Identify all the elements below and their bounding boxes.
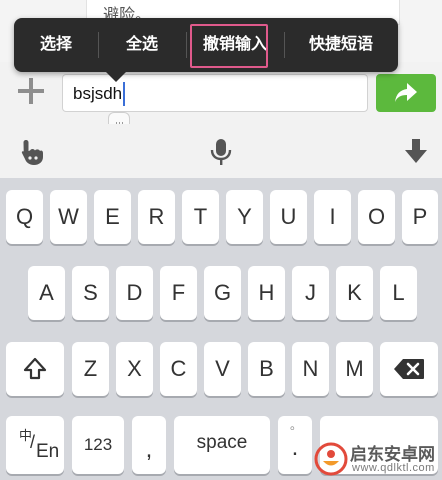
key-n[interactable]: N xyxy=(292,342,329,396)
key-label: U xyxy=(280,204,297,229)
numbers-key[interactable]: 123 xyxy=(72,416,124,474)
key-label: K xyxy=(347,280,362,305)
key-label: N xyxy=(302,356,319,381)
key-p[interactable]: P xyxy=(402,190,438,244)
key-label: Z xyxy=(83,356,98,381)
menu-item-select-all[interactable]: 全选 xyxy=(98,18,186,72)
watermark-logo-icon xyxy=(314,442,348,476)
key-m[interactable]: M xyxy=(336,342,373,396)
key-a[interactable]: A xyxy=(28,266,65,320)
key-label: M xyxy=(345,356,364,381)
key-o[interactable]: O xyxy=(358,190,395,244)
context-menu-pointer xyxy=(106,72,126,82)
key-label: H xyxy=(258,280,275,305)
message-input-value: bsjsdh xyxy=(73,84,123,103)
key-h[interactable]: H xyxy=(248,266,285,320)
keyboard: Q W E R T Y U I O P A S D F G H J K L Z … xyxy=(0,178,442,480)
send-arrow-icon xyxy=(395,83,417,102)
key-i[interactable]: I xyxy=(314,190,351,244)
key-b[interactable]: B xyxy=(248,342,285,396)
text-caret xyxy=(123,82,125,106)
key-label: T xyxy=(193,204,208,229)
menu-item-select[interactable]: 选择 xyxy=(14,18,98,72)
key-r[interactable]: R xyxy=(138,190,175,244)
backspace-key[interactable] xyxy=(380,342,438,396)
hide-keyboard-icon[interactable] xyxy=(404,138,428,164)
key-g[interactable]: G xyxy=(204,266,241,320)
key-f[interactable]: F xyxy=(160,266,197,320)
watermark-url: www.qdlktl.com xyxy=(352,462,435,474)
key-q[interactable]: Q xyxy=(6,190,43,244)
key-u[interactable]: U xyxy=(270,190,307,244)
plus-icon[interactable] xyxy=(18,78,44,104)
shift-key[interactable] xyxy=(6,342,64,396)
key-x[interactable]: X xyxy=(116,342,153,396)
key-label: F xyxy=(171,280,186,305)
key-label: Q xyxy=(15,204,34,229)
key-j[interactable]: J xyxy=(292,266,329,320)
shift-icon xyxy=(23,357,47,380)
key-label: C xyxy=(170,356,187,381)
key-label: W xyxy=(58,204,79,229)
key-label: 123 xyxy=(83,435,113,454)
key-label: B xyxy=(259,356,274,381)
menu-item-quick-phrases[interactable]: 快捷短语 xyxy=(284,18,398,72)
key-z[interactable]: Z xyxy=(72,342,109,396)
key-c[interactable]: C xyxy=(160,342,197,396)
key-y[interactable]: Y xyxy=(226,190,263,244)
key-label: Y xyxy=(237,204,252,229)
microphone-icon[interactable] xyxy=(210,138,232,166)
key-d[interactable]: D xyxy=(116,266,153,320)
comma-key[interactable]: , xyxy=(132,416,166,474)
key-k[interactable]: K xyxy=(336,266,373,320)
key-label: I xyxy=(329,204,336,229)
key-l[interactable]: L xyxy=(380,266,417,320)
space-key[interactable]: space xyxy=(174,416,270,474)
language-switch-key[interactable]: 中 / En xyxy=(6,416,64,474)
key-v[interactable]: V xyxy=(204,342,241,396)
key-label: X xyxy=(127,356,142,381)
key-label: space xyxy=(196,432,248,453)
undo-highlight-box xyxy=(190,24,268,68)
backspace-icon xyxy=(394,359,424,379)
key-label: S xyxy=(83,280,98,305)
key-label: J xyxy=(305,280,316,305)
key-s[interactable]: S xyxy=(72,266,109,320)
key-label: D xyxy=(126,280,143,305)
watermark: 启东安卓网 www.qdlktl.com xyxy=(300,438,442,480)
key-alt-label: 。 xyxy=(290,418,303,432)
key-label: A xyxy=(39,280,54,305)
lang-slash: / xyxy=(30,432,36,452)
key-e[interactable]: E xyxy=(94,190,131,244)
key-label: , xyxy=(145,436,153,463)
key-label: P xyxy=(412,204,428,229)
key-label: V xyxy=(215,356,230,381)
key-label: O xyxy=(367,204,386,229)
key-label: G xyxy=(213,280,232,305)
key-label: R xyxy=(148,204,165,229)
lang-english-label: En xyxy=(36,441,60,462)
key-label: E xyxy=(105,204,120,229)
send-button[interactable] xyxy=(376,74,436,112)
key-w[interactable]: W xyxy=(50,190,87,244)
gesture-hand-icon[interactable] xyxy=(18,138,44,166)
key-t[interactable]: T xyxy=(182,190,219,244)
keyboard-toolbar xyxy=(0,124,442,178)
key-label: L xyxy=(392,280,405,305)
